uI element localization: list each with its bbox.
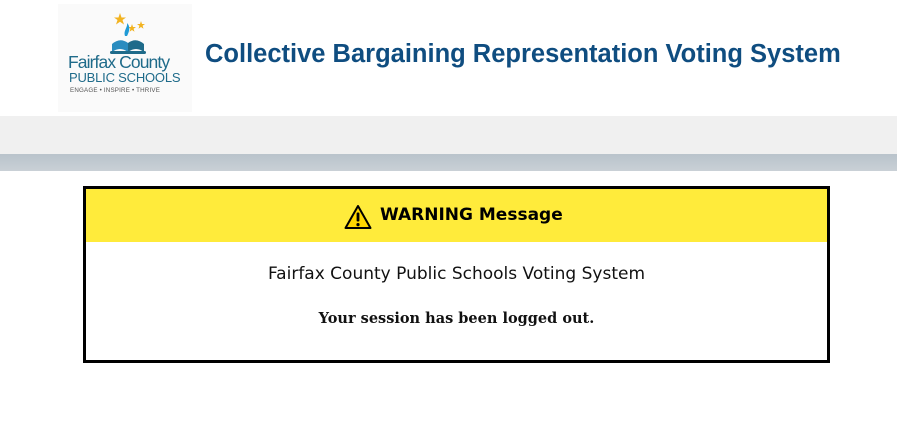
nav-divider-band [0, 154, 897, 171]
warning-message-header: WARNING Message [86, 189, 827, 242]
logo-name-line1: Fairfax County [68, 52, 170, 72]
page-header: Fairfax County PUBLIC SCHOOLS ENGAGE • I… [0, 0, 897, 116]
warning-triangle-icon [344, 205, 372, 229]
logo-tagline: ENGAGE • INSPIRE • THRIVE [70, 87, 161, 94]
book-and-stars-icon [110, 13, 146, 54]
nav-bar [0, 116, 897, 154]
logout-status-text: Your session has been logged out. [318, 310, 595, 327]
warning-message-box: WARNING Message Fairfax County Public Sc… [83, 186, 830, 363]
system-name-text: Fairfax County Public Schools Voting Sys… [267, 264, 646, 284]
fcps-logo[interactable]: Fairfax County PUBLIC SCHOOLS ENGAGE • I… [58, 4, 192, 112]
page-title: Collective Bargaining Representation Vot… [205, 40, 841, 68]
warning-title: WARNING Message [380, 205, 563, 225]
logo-name-line2: PUBLIC SCHOOLS [69, 70, 181, 85]
